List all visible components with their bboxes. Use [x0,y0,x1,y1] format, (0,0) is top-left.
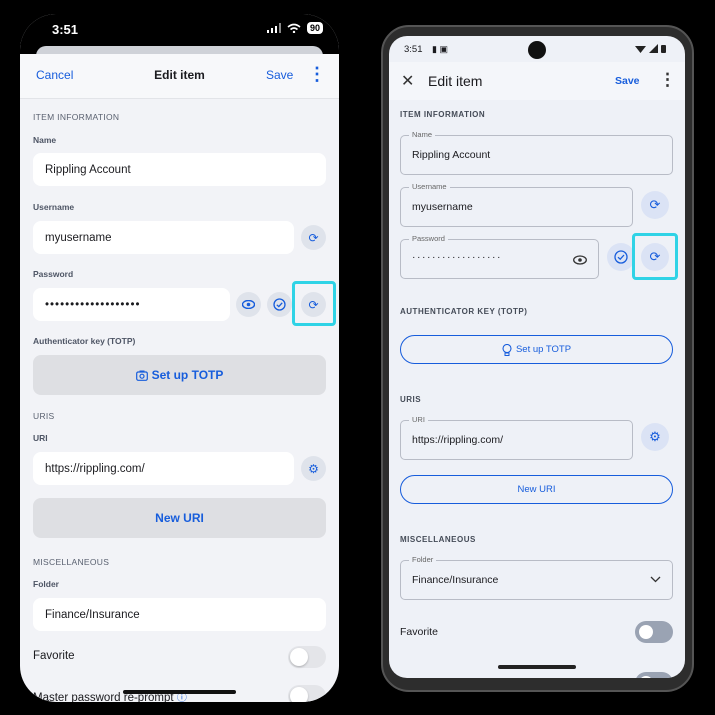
uri-value: https://rippling.com/ [412,434,504,446]
favorite-label: Favorite [400,626,438,638]
new-uri-label: New URI [155,511,204,525]
setup-totp-label: Set up TOTP [515,344,572,355]
name-field[interactable]: Name Rippling Account [400,130,673,175]
section-authenticator-key: AUTHENTICATOR KEY (TOTP) [400,307,528,316]
uri-field[interactable]: URI https://rippling.com/ [400,415,633,460]
home-indicator [123,690,236,694]
uri-field[interactable]: https://rippling.com/ [33,452,294,485]
favorite-toggle[interactable] [288,646,326,668]
highlight-box [292,281,336,326]
name-field[interactable]: Rippling Account [33,153,326,186]
folder-value: Finance/Insurance [412,574,499,586]
status-icons: 90 [266,22,323,34]
wifi-icon [635,46,646,53]
uri-label: URI [33,433,48,443]
more-options-icon[interactable]: ⋮ [659,70,676,90]
signal-icon [266,23,281,33]
ios-nav-bar: Cancel Edit item Save ⋮ [20,54,339,99]
more-options-icon[interactable]: ⋮ [308,64,326,84]
folder-value: Finance/Insurance [45,608,140,621]
chevron-down-icon [650,576,661,583]
save-button[interactable]: Save [615,75,640,87]
status-time: 3:51 [404,44,423,55]
password-label: Password [33,269,74,279]
name-label: Name [409,130,436,139]
password-label: Password [409,234,448,243]
uri-label: URI [409,415,428,424]
new-uri-button[interactable]: New URI [400,475,673,504]
check-password-button[interactable] [267,292,292,317]
favorite-toggle[interactable] [635,621,673,643]
check-circle-icon [273,298,286,311]
ios-phone: 3:51 90 Cancel Edit item Save ⋮ ITEM INF… [20,14,339,702]
password-field[interactable]: Password ·················· [400,234,599,279]
battery-icon [661,45,666,53]
new-uri-label: New URI [517,484,556,495]
refresh-icon: ⟳ [649,197,661,212]
section-miscellaneous: MISCELLANEOUS [33,557,110,567]
android-header: ✕ Edit item Save ⋮ [389,62,685,100]
eye-icon [242,300,255,309]
password-value: ••••••••••••••••••• [45,298,141,311]
setup-totp-button[interactable]: Set up TOTP [33,355,326,395]
show-password-button[interactable] [236,292,261,317]
totp-label: Authenticator key (TOTP) [33,336,136,346]
wifi-icon [287,23,301,33]
section-item-information: ITEM INFORMATION [33,112,120,122]
username-label: Username [33,202,75,212]
uri-value: https://rippling.com/ [45,462,145,475]
help-icon[interactable]: ⓘ [177,693,187,702]
close-icon[interactable]: ✕ [401,71,414,91]
android-screen: 3:51 ▮ ▣ ✕ Edit item Save ⋮ ITEM INFORMA… [389,36,685,678]
section-uris: URIS [400,395,422,404]
folder-label: Folder [33,579,59,589]
gear-icon: ⚙ [308,461,319,476]
name-value: Rippling Account [412,149,491,161]
folder-label: Folder [409,555,437,564]
save-button[interactable]: Save [266,68,293,82]
reprompt-toggle[interactable] [288,685,326,702]
new-uri-button[interactable]: New URI [33,498,326,538]
battery-icon: 90 [306,22,323,34]
username-field[interactable]: myusername [33,221,294,254]
username-label: Username [409,182,450,191]
eye-icon[interactable] [573,255,587,265]
section-item-information: ITEM INFORMATION [400,110,486,119]
uri-settings-button[interactable]: ⚙ [301,456,326,481]
username-value: myusername [412,201,473,213]
highlight-box [632,233,678,280]
username-field[interactable]: Username myusername [400,182,633,227]
folder-select[interactable]: Folder Finance/Insurance [400,555,673,600]
signal-icon [649,44,658,53]
name-label: Name [33,135,57,145]
refresh-icon: ⟳ [308,230,319,245]
gesture-bar [498,665,576,669]
lightbulb-icon [502,343,512,356]
uri-settings-button[interactable]: ⚙ [641,423,669,451]
folder-select[interactable]: Finance/Insurance [33,598,326,631]
generate-username-button[interactable]: ⟳ [641,191,669,219]
password-field[interactable]: ••••••••••••••••••• [33,288,230,321]
name-value: Rippling Account [45,163,131,176]
favorite-label: Favorite [33,650,75,662]
section-uris: URIS [33,411,55,421]
gear-icon: ⚙ [649,429,661,444]
username-value: myusername [45,231,112,244]
camera-icon [135,370,148,381]
page-title: Edit item [428,73,483,89]
reprompt-toggle[interactable] [635,672,673,678]
check-circle-icon [614,250,628,264]
generate-username-button[interactable]: ⟳ [301,225,326,250]
notification-icons: ▮ ▣ [432,44,448,54]
front-camera [528,41,546,59]
status-icons [635,44,666,53]
status-time: 3:51 [52,22,79,37]
check-password-button[interactable] [607,243,635,271]
setup-totp-label: Set up TOTP [151,368,224,382]
password-value: ·················· [412,251,502,263]
setup-totp-button[interactable]: Set up TOTP [400,335,673,364]
section-miscellaneous: MISCELLANEOUS [400,535,476,544]
